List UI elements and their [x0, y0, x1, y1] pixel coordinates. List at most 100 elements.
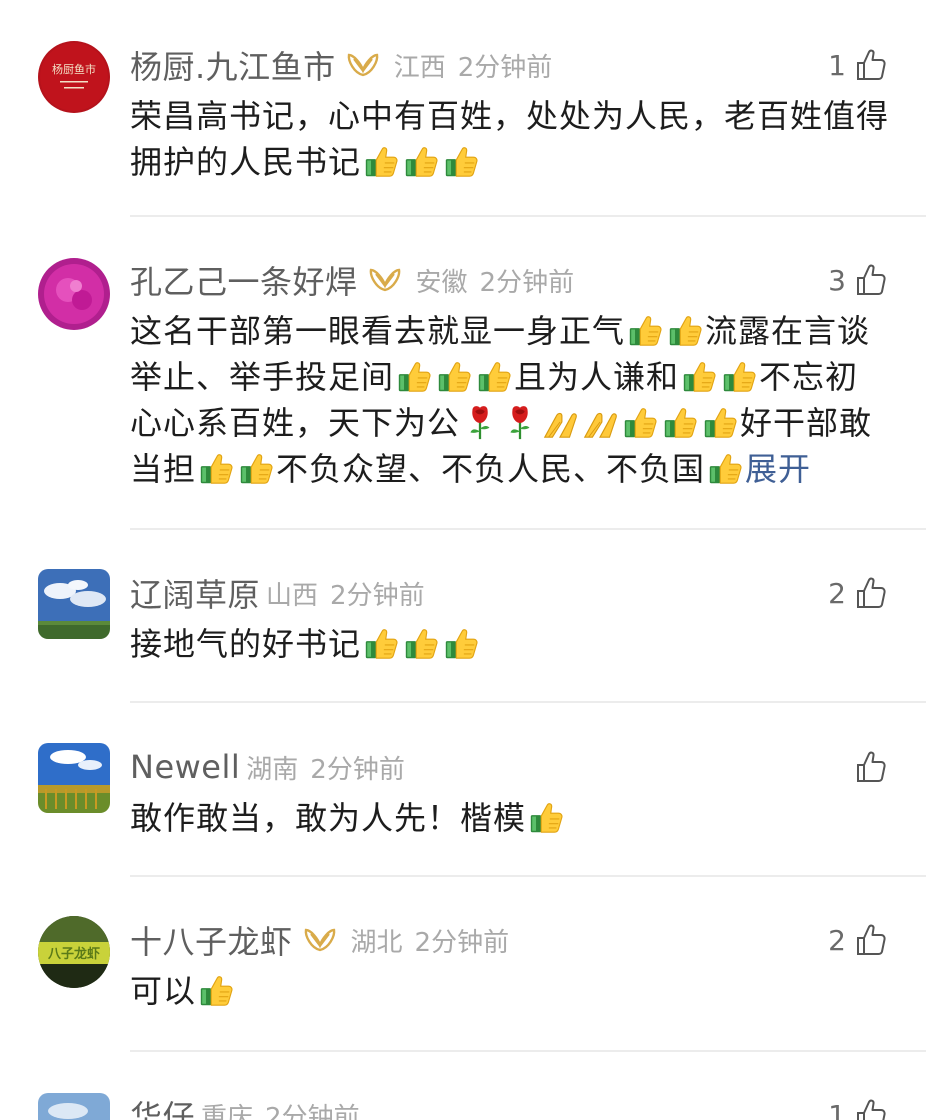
- avatar[interactable]: [38, 1093, 110, 1120]
- thumbs-up-outline-icon[interactable]: [854, 750, 888, 784]
- thumbs-up-outline-icon[interactable]: [854, 576, 888, 610]
- thumbs-up-emoji: [442, 624, 480, 662]
- username[interactable]: Newell: [130, 748, 240, 786]
- like-button[interactable]: 2: [828, 573, 888, 613]
- thumbs-up-outline-icon[interactable]: [854, 48, 888, 82]
- like-button[interactable]: 3: [828, 260, 888, 300]
- avatar-logo-text: 八子龙虾: [47, 946, 100, 962]
- thumbs-up-emoji: [435, 357, 473, 395]
- like-button[interactable]: 1: [828, 45, 888, 85]
- divider: [130, 1050, 926, 1052]
- like-count: 1: [828, 48, 846, 82]
- like-button[interactable]: 2: [828, 920, 888, 960]
- thumbs-up-emoji: [402, 142, 440, 180]
- like-button[interactable]: [846, 747, 888, 787]
- comment-item: 八子龙虾 十八子龙虾 湖北 2分钟前 2 可以: [0, 916, 926, 1048]
- thumbs-up-emoji: [666, 311, 704, 349]
- thumbs-up-outline-icon[interactable]: [854, 923, 888, 957]
- text-segment: 这名干部第一眼看去就显一身正气: [130, 312, 626, 350]
- thumbs-up-emoji: [661, 403, 699, 441]
- text-segment: 且为人谦和: [514, 358, 680, 396]
- thumbs-up-emoji: [720, 357, 758, 395]
- username[interactable]: 华仔: [130, 1093, 195, 1120]
- text-segment: 敢作敢当，敢为人先！楷模: [130, 799, 527, 837]
- like-count: 2: [828, 923, 846, 957]
- comment-item: Newell 湖南 2分钟前 敢作敢当，敢为人先！楷模: [0, 743, 926, 875]
- timestamp: 2分钟前: [414, 927, 510, 958]
- text-segment: 接地气的好书记: [130, 625, 362, 663]
- avatar[interactable]: 杨厨鱼市: [38, 41, 110, 113]
- folded-hands-emoji: [541, 403, 579, 441]
- expand-link[interactable]: 展开: [745, 450, 811, 488]
- vip-crown-icon: [346, 52, 380, 78]
- text-segment: 荣昌高书记，心中有百姓，处处为人民，老百姓值得拥护的人民书记: [130, 97, 890, 181]
- like-button[interactable]: 1: [828, 1095, 888, 1120]
- like-count: 1: [828, 1098, 846, 1120]
- rose-emoji: [501, 403, 539, 441]
- timestamp: 2分钟前: [479, 267, 575, 298]
- thumbs-up-emoji: [362, 624, 400, 662]
- thumbs-up-emoji: [237, 449, 275, 487]
- location: 重庆: [201, 1102, 254, 1120]
- like-count: 2: [828, 576, 846, 610]
- comment-meta: 华仔 重庆 2分钟前: [130, 1093, 360, 1120]
- avatar[interactable]: [38, 258, 110, 330]
- vip-crown-icon: [303, 927, 337, 953]
- timestamp: 2分钟前: [457, 52, 553, 83]
- comment-item: 华仔 重庆 2分钟前 1: [0, 1093, 926, 1120]
- thumbs-up-emoji: [626, 311, 664, 349]
- comment-text: 可以: [130, 968, 890, 1014]
- comment-text: 接地气的好书记: [130, 621, 890, 667]
- thumbs-up-emoji: [362, 142, 400, 180]
- folded-hands-emoji: [581, 403, 619, 441]
- comment-meta: 十八子龙虾 湖北 2分钟前: [130, 918, 509, 962]
- avatar[interactable]: [38, 569, 110, 639]
- comment-item: 辽阔草原 山西 2分钟前 2 接地气的好书记: [0, 569, 926, 701]
- thumbs-up-emoji: [197, 449, 235, 487]
- username[interactable]: 十八子龙虾: [130, 917, 293, 963]
- avatar[interactable]: 八子龙虾: [38, 916, 110, 988]
- comment-meta: 孔乙己一条好焊 安徽 2分钟前: [130, 258, 574, 302]
- username[interactable]: 辽阔草原: [130, 570, 260, 616]
- thumbs-up-emoji: [701, 403, 739, 441]
- divider: [130, 528, 926, 530]
- location: 湖南: [246, 754, 299, 785]
- thumbs-up-emoji: [395, 357, 433, 395]
- comment-meta: 杨厨.九江鱼市 江西 2分钟前: [130, 43, 552, 87]
- thumbs-up-emoji: [475, 357, 513, 395]
- location: 山西: [266, 580, 319, 611]
- comment-meta: 辽阔草原 山西 2分钟前: [130, 571, 425, 615]
- thumbs-up-emoji: [197, 971, 235, 1009]
- divider: [130, 215, 926, 217]
- rose-emoji: [461, 403, 499, 441]
- text-segment: 不负众望、不负人民、不负国: [276, 450, 706, 488]
- thumbs-up-outline-icon[interactable]: [854, 1098, 888, 1120]
- comment-item: 杨厨鱼市 杨厨.九江鱼市 江西 2分钟前 1 荣昌高书记，心中有百姓，处处为人民…: [0, 41, 926, 215]
- thumbs-up-emoji: [706, 449, 744, 487]
- location: 安徽: [415, 267, 468, 298]
- thumbs-up-emoji: [680, 357, 718, 395]
- avatar[interactable]: [38, 743, 110, 813]
- comment-meta: Newell 湖南 2分钟前: [130, 745, 405, 789]
- divider: [130, 701, 926, 703]
- comment-item: 孔乙己一条好焊 安徽 2分钟前 3 这名干部第一眼看去就显一身正气 流露在言谈举止…: [0, 258, 926, 528]
- thumbs-up-outline-icon[interactable]: [854, 263, 888, 297]
- text-segment: 可以: [130, 972, 197, 1010]
- comment-text: 荣昌高书记，心中有百姓，处处为人民，老百姓值得拥护的人民书记: [130, 93, 890, 185]
- thumbs-up-emoji: [442, 142, 480, 180]
- avatar-logo-text: 杨厨鱼市: [52, 62, 96, 76]
- timestamp: 2分钟前: [265, 1102, 360, 1120]
- username[interactable]: 孔乙己一条好焊: [130, 257, 358, 303]
- timestamp: 2分钟前: [310, 754, 405, 785]
- like-count: 3: [828, 263, 846, 297]
- timestamp: 2分钟前: [330, 580, 425, 611]
- comment-text: 敢作敢当，敢为人先！楷模: [130, 795, 890, 841]
- comment-text: 这名干部第一眼看去就显一身正气 流露在言谈举止、举手投足间 且为人谦和 不忘初心心系百…: [130, 308, 890, 492]
- vip-crown-icon: [368, 267, 402, 293]
- location: 湖北: [350, 927, 403, 958]
- divider: [130, 875, 926, 877]
- thumbs-up-emoji: [402, 624, 440, 662]
- username[interactable]: 杨厨.九江鱼市: [130, 42, 336, 88]
- thumbs-up-emoji: [621, 403, 659, 441]
- location: 江西: [393, 52, 446, 83]
